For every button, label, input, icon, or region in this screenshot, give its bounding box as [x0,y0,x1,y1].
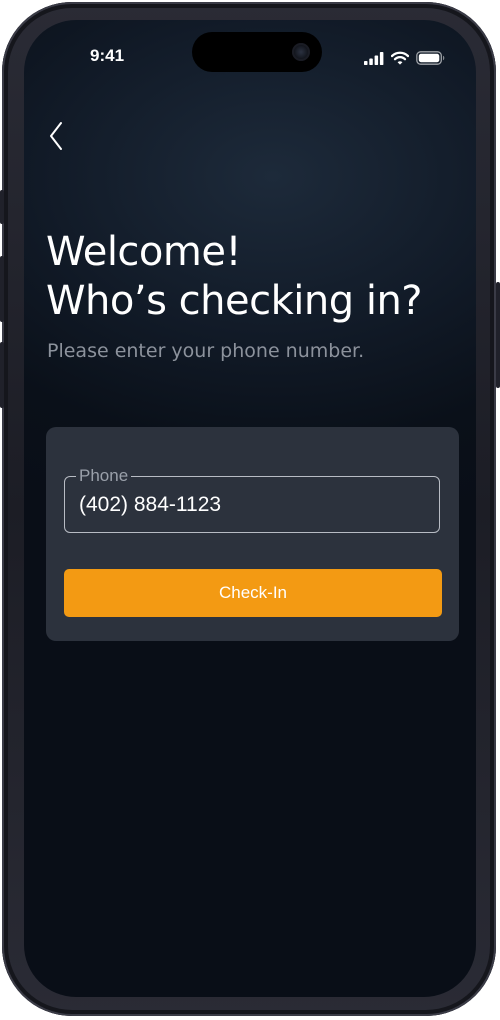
title-line-welcome: Welcome! [46,229,242,275]
status-bar: 9:41 [24,20,476,90]
front-camera-icon [292,43,310,61]
cellular-signal-icon [364,51,384,65]
dynamic-island [192,32,322,72]
app-screen: 9:41 Welcome! Who’s checking in? Please … [24,20,476,997]
wifi-icon [391,51,409,65]
battery-icon [416,51,445,65]
phone-field-label: Phone [76,466,132,486]
page-subtitle: Please enter your phone number. [47,340,365,362]
power-button [496,282,500,388]
check-in-button[interactable]: Check-In [64,569,442,617]
action-button [0,190,4,224]
chevron-left-icon [50,122,62,150]
back-button[interactable] [40,116,72,156]
status-time: 9:41 [90,46,125,65]
title-line-question: Who’s checking in? [46,278,423,324]
phone-input[interactable] [79,485,419,525]
volume-up-button [0,256,4,322]
phone-field[interactable]: Phone [64,466,440,533]
page-title: Welcome! Who’s checking in? [46,228,466,326]
check-in-card: Phone Check-In [46,427,459,641]
status-icons [364,50,446,66]
volume-down-button [0,342,4,408]
